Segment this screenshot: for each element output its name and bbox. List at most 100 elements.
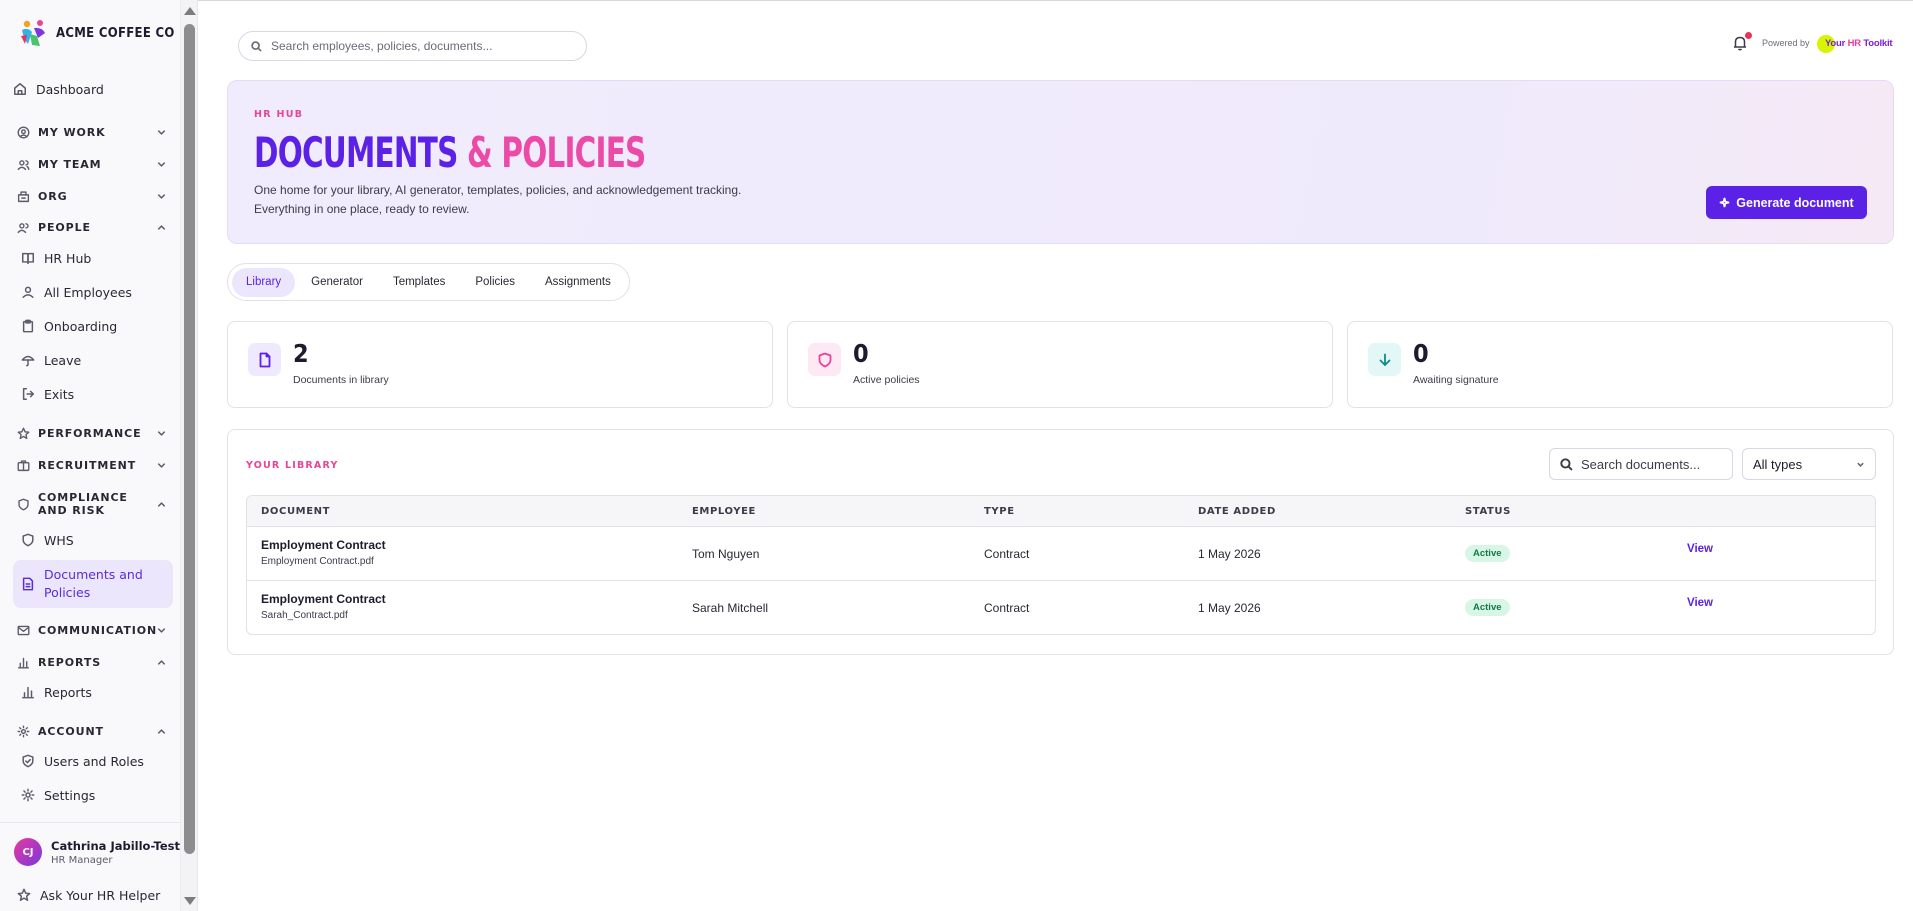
generate-document-label: Generate document — [1736, 195, 1854, 210]
section-my-work[interactable]: MY WORK — [17, 120, 167, 144]
file-icon — [259, 352, 270, 367]
chevron-down-icon — [1857, 462, 1864, 467]
stat-label: Awaiting signature — [1413, 374, 1499, 386]
section-recruitment[interactable]: RECRUITMENT — [17, 453, 167, 477]
section-label: REPORTS — [38, 655, 102, 669]
type-filter-select[interactable]: All types — [1742, 448, 1876, 480]
sidebar-item-hr-hub[interactable]: HR Hub — [21, 244, 173, 272]
section-communication[interactable]: COMMUNICATION — [17, 618, 167, 642]
view-link[interactable]: View — [1687, 543, 1713, 555]
document-cell: Employment Contract Sarah_Contract.pdf — [261, 592, 386, 621]
notification-dot — [1745, 32, 1752, 39]
tab-library[interactable]: Library — [232, 267, 296, 297]
section-label: COMPLIANCE AND RISK — [38, 491, 128, 517]
section-label: ORG — [38, 189, 68, 203]
section-my-team[interactable]: MY TEAM — [17, 152, 167, 176]
search-icon — [1560, 457, 1573, 471]
scroll-up-arrow-icon[interactable] — [184, 7, 196, 15]
sidebar-item-dashboard[interactable]: Dashboard — [13, 75, 173, 103]
stat-label: Active policies — [853, 374, 920, 386]
tab-assignments[interactable]: Assignments — [531, 268, 625, 297]
table-row[interactable]: Employment Contract Employment Contract.… — [247, 527, 1875, 580]
stat-value: 0 — [853, 339, 869, 368]
section-label: MY WORK — [38, 125, 106, 139]
sidebar-item-documents-and-policies[interactable]: Documents and Policies — [13, 560, 173, 608]
sidebar-item-leave[interactable]: Leave — [21, 346, 173, 374]
shield-icon — [818, 352, 831, 367]
section-account[interactable]: ACCOUNT — [17, 719, 167, 743]
section-reports[interactable]: REPORTS — [17, 650, 167, 674]
user-icon — [22, 286, 34, 298]
stat-icon-box — [248, 343, 281, 376]
status-badge: Active — [1465, 599, 1510, 616]
column-header-type: TYPE — [984, 506, 1015, 517]
section-org[interactable]: ORG — [17, 184, 167, 208]
gear-icon — [17, 725, 30, 737]
document-cell: Employment Contract Employment Contract.… — [261, 538, 386, 567]
sidebar-item-label: All Employees — [44, 284, 132, 300]
scroll-down-arrow-icon[interactable] — [184, 897, 196, 905]
tab-generator[interactable]: Generator — [297, 268, 377, 297]
sidebar-item-reports[interactable]: Reports — [21, 678, 173, 706]
sidebar-item-settings[interactable]: Settings — [21, 781, 173, 809]
tab-policies[interactable]: Policies — [461, 268, 529, 297]
toolkit-word-your: Your — [1825, 38, 1848, 49]
section-label: PEOPLE — [38, 220, 91, 234]
column-header-document: DOCUMENT — [261, 506, 331, 517]
sidebar-item-label: Exits — [44, 386, 75, 402]
hero-description-line-1: One home for your library, AI generator,… — [254, 183, 742, 197]
brand[interactable]: ACME COFFEE CO — [18, 18, 175, 48]
sidebar-item-exits[interactable]: Exits — [21, 380, 173, 408]
global-search-input[interactable] — [271, 39, 571, 53]
stat-icon-box — [1368, 343, 1401, 376]
sidebar-item-label: Dashboard — [36, 81, 104, 97]
hero-description-line-2: Everything in one place, ready to review… — [254, 202, 470, 216]
star-icon — [17, 888, 31, 901]
section-performance[interactable]: PERFORMANCE — [17, 421, 167, 445]
section-label: ACCOUNT — [38, 724, 104, 738]
status-badge: Active — [1465, 545, 1510, 562]
library-title: YOUR LIBRARY — [246, 460, 339, 471]
chevron-up-icon — [157, 224, 166, 230]
chevron-down-icon — [157, 161, 166, 167]
library-search-input[interactable] — [1581, 456, 1726, 472]
user-profile[interactable]: CJ Cathrina Jabillo-Test HR Manager — [14, 838, 180, 866]
chevron-down-icon — [157, 462, 166, 468]
section-label: RECRUITMENT — [38, 458, 137, 472]
arrow-down-icon — [1379, 353, 1390, 366]
date-cell: 1 May 2026 — [1198, 601, 1261, 615]
sidebar-item-label: Onboarding — [44, 318, 118, 334]
chevron-down-icon — [157, 129, 166, 135]
library-search[interactable] — [1549, 448, 1733, 480]
shield-check-icon — [22, 754, 34, 768]
sidebar-item-whs[interactable]: WHS — [21, 526, 173, 554]
brand-logo-icon — [18, 18, 48, 48]
avatar: CJ — [14, 838, 42, 866]
sidebar: ACME COFFEE CO Dashboard MY WORK MY TEAM… — [0, 0, 181, 911]
section-people[interactable]: PEOPLE — [17, 215, 167, 239]
tab-templates[interactable]: Templates — [379, 268, 459, 297]
your-hr-toolkit-logo[interactable]: Your HR Toolkit — [1817, 34, 1893, 53]
title-part-policies: & POLICIES — [467, 128, 646, 177]
chevron-down-icon — [157, 627, 166, 633]
generate-document-button[interactable]: Generate document — [1706, 186, 1867, 219]
global-search[interactable] — [238, 31, 587, 61]
sidebar-item-onboarding[interactable]: Onboarding — [21, 312, 173, 340]
type-cell: Contract — [984, 547, 1030, 561]
employee-cell: Sarah Mitchell — [692, 601, 769, 615]
sidebar-item-all-employees[interactable]: All Employees — [21, 278, 173, 306]
section-compliance-and-risk[interactable]: COMPLIANCE AND RISK — [17, 490, 167, 518]
stat-label: Documents in library — [293, 374, 389, 386]
type-cell: Contract — [984, 601, 1030, 615]
sidebar-item-label: Reports — [44, 684, 92, 700]
ask-hr-helper-button[interactable]: Ask Your HR Helper — [17, 881, 177, 909]
sidebar-scrollbar[interactable] — [181, 0, 198, 911]
user-circle-icon — [17, 126, 30, 138]
table-row[interactable]: Employment Contract Sarah_Contract.pdf S… — [247, 580, 1875, 633]
document-title: Employment Contract — [261, 538, 386, 552]
toolkit-word-toolkit: Toolkit — [1860, 38, 1893, 49]
scrollbar-thumb[interactable] — [184, 24, 195, 854]
sidebar-item-users-and-roles[interactable]: Users and Roles — [21, 747, 173, 775]
view-link[interactable]: View — [1687, 597, 1713, 609]
users-icon — [17, 159, 30, 170]
